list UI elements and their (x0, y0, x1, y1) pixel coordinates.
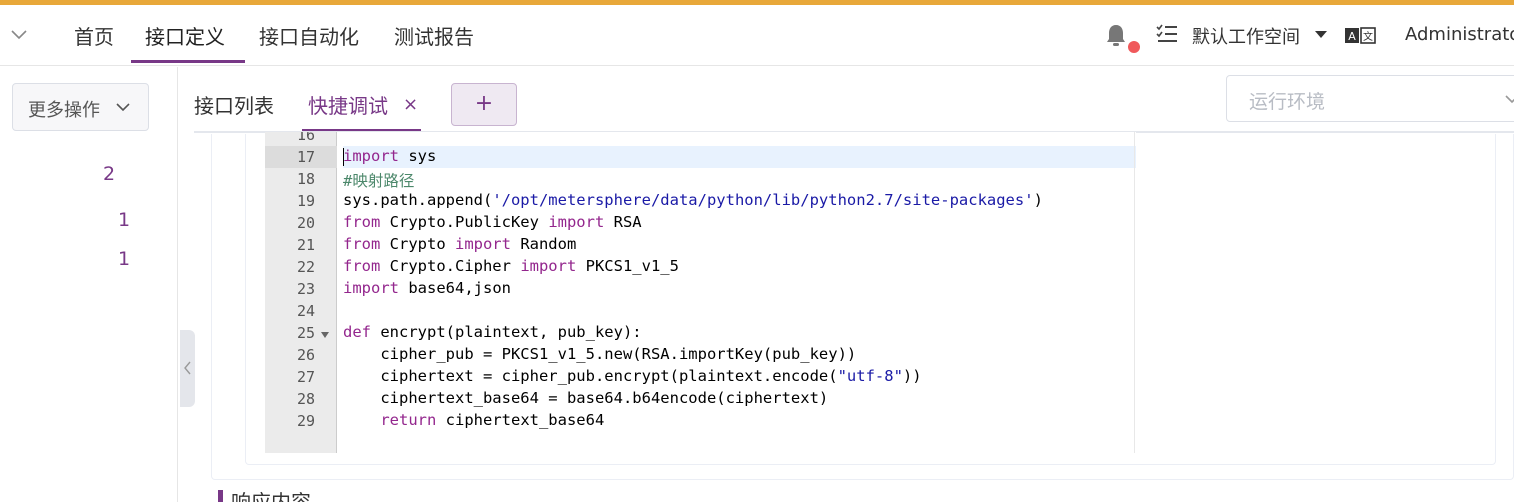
code-line: from Crypto.Cipher import PKCS1_v1_5 (343, 257, 679, 275)
line-number: 28 (296, 390, 315, 408)
code-line: from Crypto import Random (343, 235, 577, 253)
line-number: 22 (296, 258, 315, 276)
tree-count: 2 (103, 163, 116, 185)
svg-text:文: 文 (1363, 30, 1373, 43)
line-number: 18 (296, 170, 315, 188)
code-line: ciphertext_base64 = base64.b64encode(cip… (343, 389, 829, 407)
tab-quick-debug[interactable]: 快捷调试 (308, 90, 388, 119)
line-number: 17 (296, 148, 315, 166)
close-icon[interactable]: × (403, 94, 418, 115)
line-number: 23 (296, 280, 315, 298)
line-number: 16 (296, 132, 315, 144)
line-number: 29 (296, 412, 315, 430)
chevron-down-icon (1505, 95, 1514, 104)
notification-badge (1128, 41, 1140, 53)
translate-icon[interactable]: A 文 (1345, 27, 1377, 45)
code-line: sys.path.append('/opt/metersphere/data/p… (343, 191, 1043, 209)
code-line: ciphertext = cipher_pub.encrypt(plaintex… (343, 367, 922, 385)
line-number: 19 (296, 192, 315, 210)
add-tab-button[interactable]: + (451, 83, 517, 126)
line-number: 27 (296, 368, 315, 386)
environment-select[interactable]: 运行环境 (1226, 75, 1514, 122)
bell-icon[interactable] (1104, 23, 1128, 49)
chevron-left-icon (184, 361, 191, 375)
print-margin (1134, 132, 1135, 453)
nav-api-automation[interactable]: 接口自动化 (259, 21, 359, 63)
chevron-down-icon[interactable] (8, 23, 30, 45)
nav-home[interactable]: 首页 (74, 21, 114, 63)
more-actions-button[interactable]: 更多操作 (12, 83, 149, 131)
code-line: cipher_pub = PKCS1_v1_5.new(RSA.importKe… (343, 345, 857, 363)
list-icon (1156, 24, 1177, 42)
line-number: 25 (296, 324, 315, 342)
nav-api-definition[interactable]: 接口定义 (131, 21, 245, 63)
code-line: import sys (343, 147, 437, 165)
code-line: return ciphertext_base64 (380, 411, 605, 429)
code-editor[interactable]: 16 17 import sys 18 #映射路径 19 sys.path.append('… (265, 132, 1136, 453)
line-number: 24 (296, 302, 315, 320)
tree-count: 1 (118, 209, 131, 231)
more-actions-label: 更多操作 (28, 100, 100, 121)
user-menu[interactable]: Administrator (1405, 24, 1514, 45)
panel-collapse-handle[interactable] (180, 330, 195, 407)
section-marker (218, 490, 223, 502)
environment-placeholder: 运行环境 (1249, 91, 1326, 113)
section-title: 响应内容 (231, 490, 311, 502)
workspace-selector[interactable]: 默认工作空间 (1192, 23, 1300, 49)
caret-down-icon[interactable] (1315, 31, 1327, 38)
svg-text:A: A (1348, 30, 1356, 43)
line-number: 26 (296, 346, 315, 364)
line-number: 20 (296, 214, 315, 232)
line-number: 21 (296, 236, 315, 254)
fold-toggle-icon[interactable] (321, 332, 329, 338)
code-line: def encrypt(plaintext, pub_key): (343, 323, 642, 341)
chevron-down-icon (116, 103, 130, 112)
tab-api-list[interactable]: 接口列表 (194, 90, 274, 119)
code-line: from Crypto.PublicKey import RSA (343, 213, 642, 231)
code-line: #映射路径 (343, 172, 415, 190)
nav-test-report[interactable]: 测试报告 (394, 21, 474, 63)
top-header: 首页 接口定义 接口自动化 测试报告 默认工作空间 A 文 Administra… (0, 5, 1514, 66)
left-panel: 更多操作 2 1 1 (0, 67, 178, 502)
active-line-highlight (343, 146, 1136, 168)
code-line: import base64,json (343, 279, 511, 297)
tree-count: 1 (118, 248, 131, 270)
